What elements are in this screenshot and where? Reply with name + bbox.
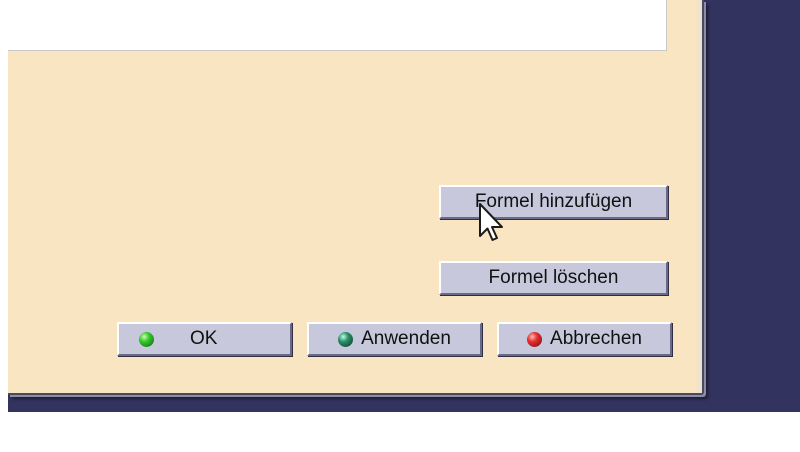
cancel-label: Abbrechen (550, 328, 642, 349)
red-ball-icon (527, 331, 543, 347)
add-formula-button[interactable]: Formel hinzufügen (439, 185, 668, 219)
formula-dialog: Formel hinzufügen Formel löschen OK Anwe… (8, 0, 704, 395)
delete-formula-button[interactable]: Formel löschen (439, 261, 668, 295)
cancel-button[interactable]: Abbrechen (497, 322, 672, 356)
ok-button[interactable]: OK (117, 322, 292, 356)
apply-label: Anwenden (361, 328, 451, 349)
green-ball-icon (139, 331, 154, 347)
mouse-cursor-icon (479, 203, 503, 241)
ok-label: OK (190, 328, 218, 349)
apply-button[interactable]: Anwenden (307, 322, 482, 356)
formula-list-panel[interactable] (8, 0, 667, 51)
screen-margin-left (0, 0, 8, 412)
teal-ball-icon (338, 331, 354, 347)
delete-formula-label: Formel löschen (488, 267, 619, 288)
screen-margin (0, 412, 800, 452)
